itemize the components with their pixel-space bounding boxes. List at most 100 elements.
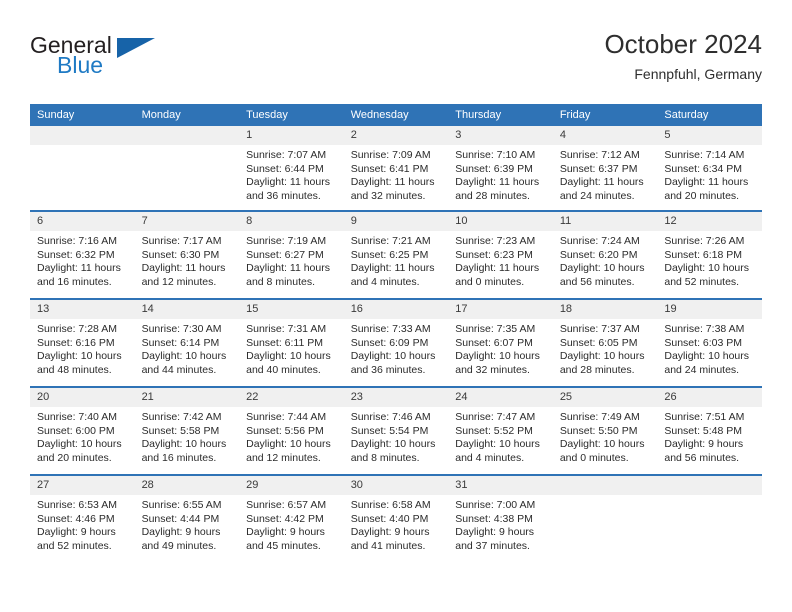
- day-number: 31: [448, 476, 553, 495]
- daylight-text: Daylight: 10 hours: [559, 262, 645, 275]
- daylight-text-cont: and 16 minutes.: [141, 451, 217, 464]
- calendar-day-cell-16[interactable]: 16 Sunrise: 7:33 AM Sunset: 6:09 PM Dayligh…: [343, 298, 449, 387]
- daylight-text: Daylight: 11 hours: [141, 262, 226, 275]
- daylight-text-cont: and 0 minutes.: [559, 451, 629, 464]
- sunset-text: Sunset: 4:46 PM: [37, 512, 115, 525]
- calendar-day-cell-20[interactable]: 20 Sunrise: 7:40 AM Sunset: 6:00 PM Dayligh…: [30, 386, 135, 475]
- day-sun-info: Sunrise: 7:23 AM Sunset: 6:23 PM Daylight:…: [448, 231, 553, 289]
- calendar-day-cell-22[interactable]: 22 Sunrise: 7:44 AM Sunset: 5:56 PM Dayligh…: [239, 386, 344, 475]
- sunrise-text: Sunrise: 7:23 AM: [455, 235, 536, 247]
- calendar-day-cell-31[interactable]: 31 Sunrise: 7:00 AM Sunset: 4:38 PM Dayligh…: [448, 474, 553, 562]
- daylight-text-cont: and 4 minutes.: [455, 451, 525, 464]
- sunrise-text: Sunrise: 7:40 AM: [37, 411, 117, 423]
- calendar-day-cell-25[interactable]: 25 Sunrise: 7:49 AM Sunset: 5:50 PM Dayligh…: [552, 386, 658, 475]
- sunset-text: Sunset: 5:56 PM: [246, 424, 324, 437]
- daylight-text: Daylight: 11 hours: [559, 176, 644, 189]
- calendar-day-cell-8[interactable]: 8 Sunrise: 7:19 AM Sunset: 6:27 PM Daylight…: [239, 210, 344, 299]
- calendar-day-cell-11[interactable]: 11 Sunrise: 7:24 AM Sunset: 6:20 PM Dayligh…: [552, 210, 658, 299]
- day-number: 17: [448, 300, 553, 319]
- calendar-body: 1 Sunrise: 7:07 AM Sunset: 6:44 PM Daylight…: [30, 126, 762, 562]
- day-cell-inner: 17 Sunrise: 7:35 AM Sunset: 6:07 PM Dayligh…: [448, 300, 553, 386]
- calendar-day-cell-27[interactable]: 27 Sunrise: 6:53 AM Sunset: 4:46 PM Dayligh…: [30, 474, 135, 562]
- logo-text-blue: Blue: [57, 52, 104, 78]
- calendar-day-cell-7[interactable]: 7 Sunrise: 7:17 AM Sunset: 6:30 PM Daylight…: [134, 210, 240, 299]
- weekday-header-wednesday: Wednesday: [343, 104, 449, 126]
- day-sun-info: Sunrise: 7:26 AM Sunset: 6:18 PM Daylight:…: [657, 231, 762, 289]
- day-number: 23: [343, 388, 449, 407]
- day-cell-inner: 20 Sunrise: 7:40 AM Sunset: 6:00 PM Dayligh…: [30, 388, 135, 474]
- day-sun-info: Sunrise: 7:37 AM Sunset: 6:05 PM Daylight:…: [553, 319, 658, 377]
- day-sun-info: Sunrise: 7:42 AM Sunset: 5:58 PM Daylight:…: [135, 407, 240, 465]
- calendar-day-cell-30[interactable]: 30 Sunrise: 6:58 AM Sunset: 4:40 PM Dayligh…: [343, 474, 449, 562]
- calendar-cell-empty: [657, 474, 762, 562]
- day-cell-inner: 7 Sunrise: 7:17 AM Sunset: 6:30 PM Daylight…: [134, 212, 240, 298]
- calendar-day-cell-5[interactable]: 5 Sunrise: 7:14 AM Sunset: 6:34 PM Daylight…: [657, 126, 762, 211]
- daylight-text-cont: and 0 minutes.: [455, 275, 525, 288]
- calendar-day-cell-9[interactable]: 9 Sunrise: 7:21 AM Sunset: 6:25 PM Daylight…: [343, 210, 449, 299]
- daylight-text-cont: and 12 minutes.: [141, 275, 217, 288]
- sunrise-text: Sunrise: 7:35 AM: [455, 323, 536, 335]
- sunset-text: Sunset: 6:03 PM: [664, 336, 743, 349]
- calendar-day-cell-26[interactable]: 26 Sunrise: 7:51 AM Sunset: 5:48 PM Dayligh…: [657, 386, 762, 475]
- day-sun-info: Sunrise: 6:53 AM Sunset: 4:46 PM Daylight:…: [30, 495, 135, 553]
- day-cell-inner: 6 Sunrise: 7:16 AM Sunset: 6:32 PM Daylight…: [30, 212, 135, 298]
- day-cell-inner: 15 Sunrise: 7:31 AM Sunset: 6:11 PM Dayligh…: [239, 300, 344, 386]
- day-sun-info: Sunrise: 7:07 AM Sunset: 6:44 PM Daylight:…: [239, 145, 344, 203]
- calendar-day-cell-15[interactable]: 15 Sunrise: 7:31 AM Sunset: 6:11 PM Dayligh…: [239, 298, 344, 387]
- sunset-text: Sunset: 4:42 PM: [246, 512, 324, 525]
- sunrise-text: Sunrise: 7:19 AM: [246, 235, 327, 247]
- calendar-day-cell-2[interactable]: 2 Sunrise: 7:09 AM Sunset: 6:41 PM Daylight…: [343, 126, 449, 211]
- calendar-day-cell-10[interactable]: 10 Sunrise: 7:23 AM Sunset: 6:23 PM Dayligh…: [448, 210, 553, 299]
- day-cell-inner: 14 Sunrise: 7:30 AM Sunset: 6:14 PM Dayligh…: [134, 300, 240, 386]
- calendar-page: General Blue October 2024 Fennpfuhl, Ger…: [0, 0, 792, 612]
- calendar-day-cell-4[interactable]: 4 Sunrise: 7:12 AM Sunset: 6:37 PM Daylight…: [552, 126, 658, 211]
- day-number: 4: [552, 126, 658, 145]
- day-sun-info: Sunrise: 7:33 AM Sunset: 6:09 PM Daylight:…: [344, 319, 449, 377]
- calendar-day-cell-14[interactable]: 14 Sunrise: 7:30 AM Sunset: 6:14 PM Dayligh…: [134, 298, 240, 387]
- day-number: 10: [448, 212, 553, 231]
- day-number: 28: [134, 476, 240, 495]
- calendar-day-cell-19[interactable]: 19 Sunrise: 7:38 AM Sunset: 6:03 PM Dayligh…: [657, 298, 762, 387]
- day-sun-info: Sunrise: 7:09 AM Sunset: 6:41 PM Daylight:…: [344, 145, 449, 203]
- day-number: 14: [134, 300, 240, 319]
- day-cell-inner: [552, 476, 658, 562]
- day-cell-inner: 10 Sunrise: 7:23 AM Sunset: 6:23 PM Dayligh…: [448, 212, 553, 298]
- day-number: [552, 476, 658, 495]
- calendar-day-cell-23[interactable]: 23 Sunrise: 7:46 AM Sunset: 5:54 PM Dayligh…: [343, 386, 449, 475]
- daylight-text: Daylight: 11 hours: [37, 262, 121, 275]
- calendar-week-row: 27 Sunrise: 6:53 AM Sunset: 4:46 PM Dayligh…: [30, 474, 762, 562]
- daylight-text-cont: and 48 minutes.: [37, 363, 112, 376]
- calendar-cell-empty: [552, 474, 658, 562]
- calendar-day-cell-18[interactable]: 18 Sunrise: 7:37 AM Sunset: 6:05 PM Dayligh…: [552, 298, 658, 387]
- calendar-day-cell-12[interactable]: 12 Sunrise: 7:26 AM Sunset: 6:18 PM Dayligh…: [657, 210, 762, 299]
- calendar-day-cell-6[interactable]: 6 Sunrise: 7:16 AM Sunset: 6:32 PM Daylight…: [30, 210, 135, 299]
- sunrise-text: Sunrise: 7:07 AM: [246, 149, 327, 161]
- day-sun-info: Sunrise: 7:12 AM Sunset: 6:37 PM Daylight:…: [553, 145, 658, 203]
- day-number: 3: [448, 126, 553, 145]
- calendar-day-cell-24[interactable]: 24 Sunrise: 7:47 AM Sunset: 5:52 PM Dayligh…: [448, 386, 553, 475]
- day-cell-inner: 24 Sunrise: 7:47 AM Sunset: 5:52 PM Dayligh…: [448, 388, 553, 474]
- calendar-day-cell-3[interactable]: 3 Sunrise: 7:10 AM Sunset: 6:39 PM Daylight…: [448, 126, 553, 211]
- sunrise-text: Sunrise: 7:14 AM: [664, 149, 745, 161]
- calendar-day-cell-17[interactable]: 17 Sunrise: 7:35 AM Sunset: 6:07 PM Dayligh…: [448, 298, 553, 387]
- daylight-text-cont: and 32 minutes.: [350, 189, 426, 202]
- daylight-text-cont: and 40 minutes.: [246, 363, 321, 376]
- daylight-text-cont: and 32 minutes.: [455, 363, 530, 376]
- calendar-day-cell-13[interactable]: 13 Sunrise: 7:28 AM Sunset: 6:16 PM Dayligh…: [30, 298, 135, 387]
- sunset-text: Sunset: 6:23 PM: [455, 248, 533, 261]
- general-blue-logo[interactable]: General Blue: [30, 32, 160, 88]
- calendar-day-cell-28[interactable]: 28 Sunrise: 6:55 AM Sunset: 4:44 PM Dayligh…: [134, 474, 240, 562]
- calendar-day-cell-1[interactable]: 1 Sunrise: 7:07 AM Sunset: 6:44 PM Daylight…: [239, 126, 344, 211]
- sunrise-text: Sunrise: 7:37 AM: [559, 323, 640, 335]
- daylight-text: Daylight: 9 hours: [664, 438, 744, 451]
- logo-triangle-icon: [117, 38, 155, 58]
- daylight-text-cont: and 41 minutes.: [350, 539, 426, 552]
- daylight-text-cont: and 28 minutes.: [559, 363, 635, 376]
- calendar-day-cell-29[interactable]: 29 Sunrise: 6:57 AM Sunset: 4:42 PM Dayligh…: [239, 474, 344, 562]
- daylight-text: Daylight: 10 hours: [455, 438, 540, 451]
- sunset-text: Sunset: 6:05 PM: [559, 336, 638, 349]
- day-number: 27: [30, 476, 135, 495]
- daylight-text-cont: and 45 minutes.: [246, 539, 321, 552]
- calendar-day-cell-21[interactable]: 21 Sunrise: 7:42 AM Sunset: 5:58 PM Dayligh…: [134, 386, 240, 475]
- day-number: 22: [239, 388, 344, 407]
